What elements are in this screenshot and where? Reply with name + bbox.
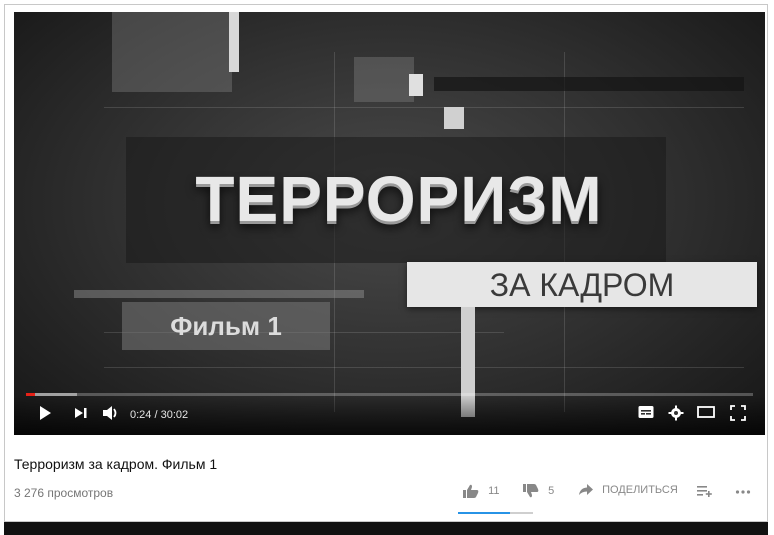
thumbs-down-icon — [523, 484, 539, 498]
video-subheadline-box: ЗА КАДРОМ — [407, 262, 757, 307]
video-graphic-block — [229, 12, 239, 72]
video-graphic-line — [104, 107, 744, 108]
dislike-count: 5 — [548, 485, 555, 497]
share-icon — [579, 484, 593, 496]
share-button[interactable]: ПОДЕЛИТЬСЯ — [579, 484, 678, 496]
dislike-button[interactable]: 5 — [523, 484, 554, 498]
video-graphic-block — [444, 107, 464, 129]
add-to-playlist-button[interactable] — [697, 484, 713, 498]
more-icon — [735, 490, 751, 494]
like-dislike-bar — [458, 512, 533, 514]
add-to-playlist-icon — [697, 486, 712, 497]
fullscreen-button[interactable] — [730, 405, 746, 424]
next-icon — [75, 408, 87, 418]
video-graphic-block — [354, 57, 414, 102]
more-actions-button[interactable] — [735, 484, 751, 498]
progress-played — [26, 393, 36, 396]
next-button[interactable] — [74, 405, 88, 424]
player-controls: 0:24 / 30:02 — [14, 393, 765, 435]
share-label: ПОДЕЛИТЬСЯ — [602, 484, 678, 497]
play-button[interactable] — [38, 405, 52, 424]
thumbs-up-icon — [463, 484, 479, 498]
video-title: Терроризм за кадром. Фильм 1 — [14, 456, 218, 472]
bottom-strip — [4, 522, 768, 535]
play-icon — [40, 406, 51, 420]
subtitles-button[interactable] — [638, 405, 654, 422]
like-count: 11 — [488, 485, 500, 497]
progress-bar[interactable] — [26, 393, 753, 396]
video-graphic-block — [409, 74, 423, 96]
theater-mode-button[interactable] — [697, 405, 715, 422]
theater-mode-icon — [697, 406, 715, 418]
video-film-label-box: Фильм 1 — [122, 302, 330, 350]
settings-icon — [668, 405, 684, 421]
volume-icon — [103, 406, 117, 420]
video-subheadline: ЗА КАДРОМ — [489, 267, 675, 303]
video-headline: ТЕРРОРИЗМ — [195, 163, 603, 235]
volume-button[interactable] — [102, 405, 120, 424]
like-button[interactable]: 11 — [463, 484, 499, 498]
video-player[interactable]: ТЕРРОРИЗМ ЗА КАДРОМ Фильм 1 0:24 / 30:02 — [14, 12, 765, 435]
fullscreen-icon — [730, 405, 746, 421]
video-graphic-block — [434, 77, 744, 91]
time-display: 0:24 / 30:02 — [130, 409, 189, 421]
video-graphic-line — [104, 367, 744, 368]
video-graphic-block — [112, 12, 232, 92]
video-film-label: Фильм 1 — [170, 311, 282, 341]
settings-button[interactable] — [668, 405, 684, 424]
subtitles-icon — [638, 406, 654, 418]
video-graphic-block — [74, 290, 364, 298]
like-ratio-fill — [458, 512, 510, 514]
view-count: 3 276 просмотров — [14, 486, 114, 500]
